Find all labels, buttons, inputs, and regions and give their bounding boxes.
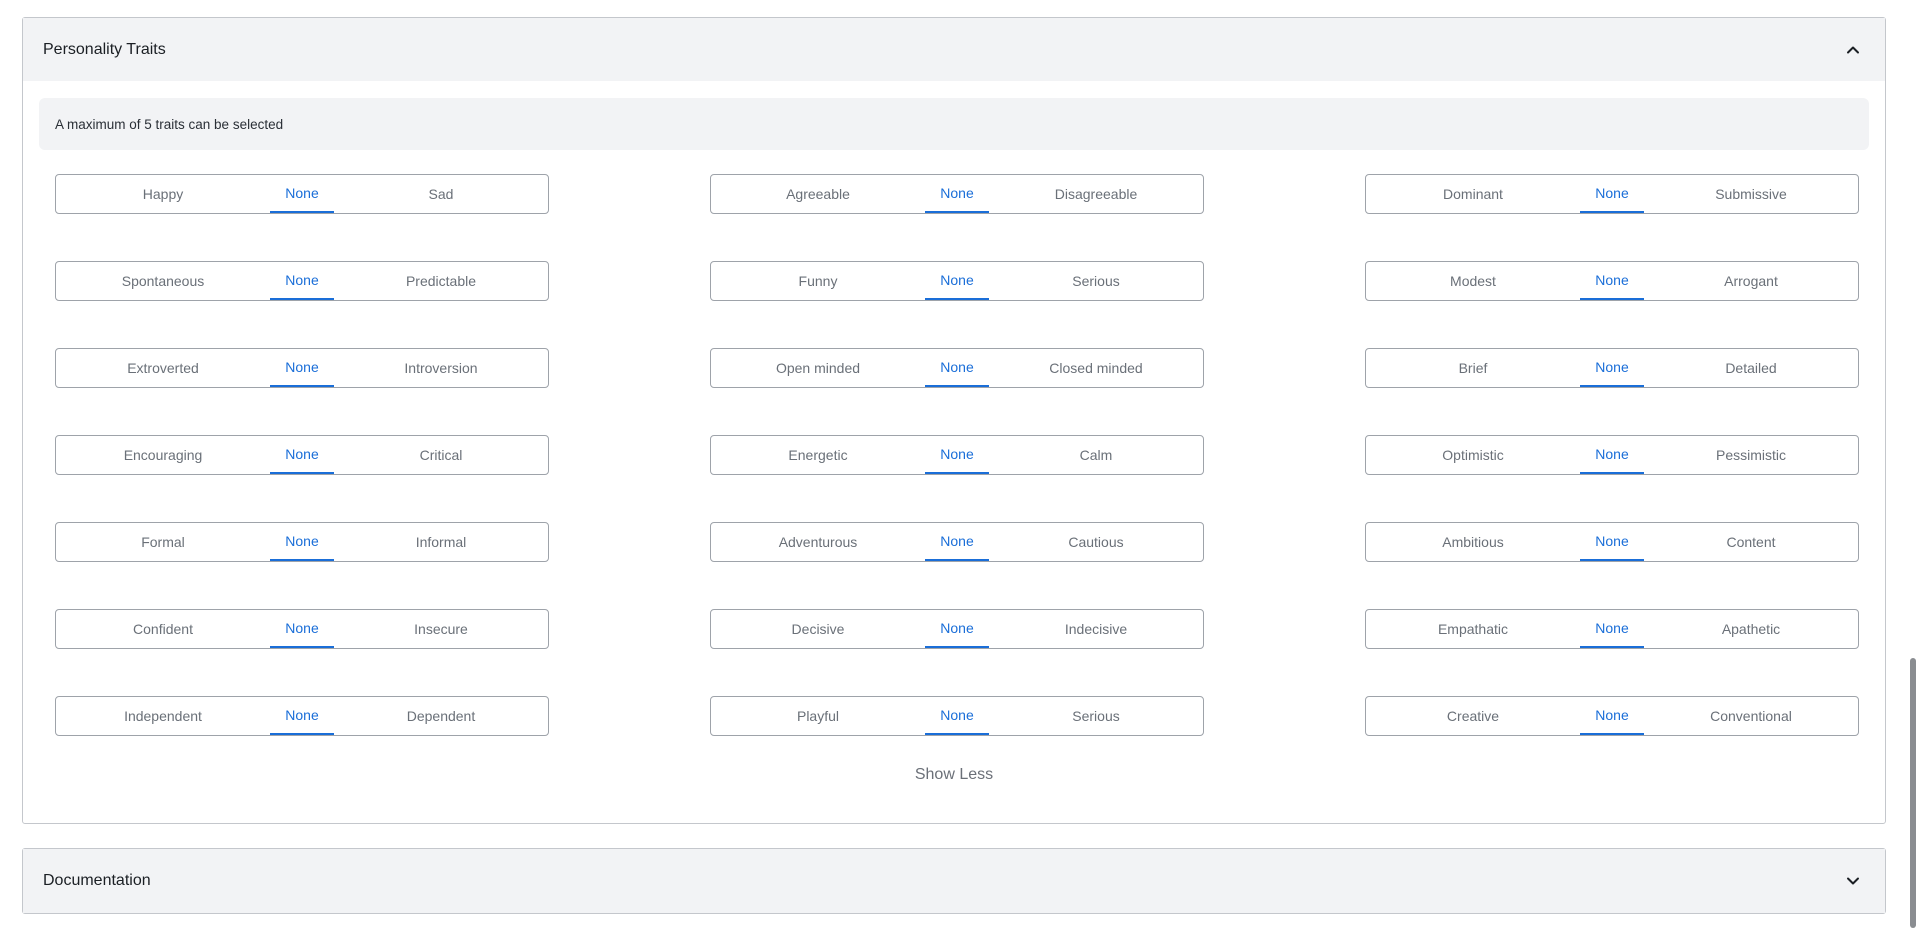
trait-toggle: Formal None Informal (55, 522, 549, 562)
trait-toggle: Happy None Sad (55, 174, 549, 214)
trait-option-none[interactable]: None (925, 697, 989, 735)
trait-option-none[interactable]: None (1580, 262, 1644, 300)
trait-toggle: Energetic None Calm (710, 435, 1204, 475)
trait-toggle: Encouraging None Critical (55, 435, 549, 475)
trait-toggle: Brief None Detailed (1365, 348, 1859, 388)
trait-option-right[interactable]: Sad (334, 175, 548, 213)
trait-option-right[interactable]: Critical (334, 436, 548, 474)
documentation-header[interactable]: Documentation (23, 849, 1885, 913)
trait-option-left[interactable]: Agreeable (711, 175, 925, 213)
trait-option-left[interactable]: Decisive (711, 610, 925, 648)
trait-option-right[interactable]: Serious (989, 697, 1203, 735)
trait-option-left[interactable]: Encouraging (56, 436, 270, 474)
trait-option-none[interactable]: None (1580, 349, 1644, 387)
trait-option-left[interactable]: Independent (56, 697, 270, 735)
trait-toggle: Confident None Insecure (55, 609, 549, 649)
trait-option-left[interactable]: Modest (1366, 262, 1580, 300)
trait-option-none[interactable]: None (925, 262, 989, 300)
trait-toggle: Playful None Serious (710, 696, 1204, 736)
trait-option-left[interactable]: Happy (56, 175, 270, 213)
trait-option-right[interactable]: Detailed (1644, 349, 1858, 387)
trait-option-none[interactable]: None (270, 349, 334, 387)
trait-option-left[interactable]: Energetic (711, 436, 925, 474)
trait-option-right[interactable]: Cautious (989, 523, 1203, 561)
trait-option-right[interactable]: Pessimistic (1644, 436, 1858, 474)
trait-option-none[interactable]: None (270, 262, 334, 300)
trait-toggle: Funny None Serious (710, 261, 1204, 301)
trait-option-left[interactable]: Brief (1366, 349, 1580, 387)
trait-toggle: Spontaneous None Predictable (55, 261, 549, 301)
trait-toggle: Decisive None Indecisive (710, 609, 1204, 649)
trait-option-left[interactable]: Formal (56, 523, 270, 561)
trait-toggle: Empathatic None Apathetic (1365, 609, 1859, 649)
trait-toggle: Agreeable None Disagreeable (710, 174, 1204, 214)
page-scrollbar[interactable] (1909, 0, 1917, 929)
personality-traits-header[interactable]: Personality Traits (23, 18, 1885, 81)
personality-traits-panel: Personality Traits A maximum of 5 traits… (22, 17, 1886, 824)
trait-option-none[interactable]: None (270, 436, 334, 474)
trait-option-none[interactable]: None (270, 697, 334, 735)
trait-option-left[interactable]: Extroverted (56, 349, 270, 387)
trait-option-right[interactable]: Informal (334, 523, 548, 561)
trait-option-right[interactable]: Insecure (334, 610, 548, 648)
trait-toggle: Extroverted None Introversion (55, 348, 549, 388)
trait-option-none[interactable]: None (270, 610, 334, 648)
trait-option-left[interactable]: Open minded (711, 349, 925, 387)
trait-option-left[interactable]: Spontaneous (56, 262, 270, 300)
max-traits-note: A maximum of 5 traits can be selected (39, 98, 1869, 150)
trait-toggle: Ambitious None Content (1365, 522, 1859, 562)
page: Personality Traits A maximum of 5 traits… (0, 0, 1917, 929)
trait-option-none[interactable]: None (1580, 697, 1644, 735)
trait-option-none[interactable]: None (925, 523, 989, 561)
chevron-up-icon[interactable] (1841, 38, 1865, 62)
trait-option-right[interactable]: Content (1644, 523, 1858, 561)
trait-toggle: Dominant None Submissive (1365, 174, 1859, 214)
trait-option-left[interactable]: Confident (56, 610, 270, 648)
trait-option-right[interactable]: Predictable (334, 262, 548, 300)
documentation-panel: Documentation (22, 848, 1886, 914)
trait-option-right[interactable]: Indecisive (989, 610, 1203, 648)
trait-option-none[interactable]: None (1580, 610, 1644, 648)
documentation-title: Documentation (43, 872, 151, 889)
chevron-down-icon[interactable] (1841, 869, 1865, 893)
trait-option-left[interactable]: Optimistic (1366, 436, 1580, 474)
trait-option-none[interactable]: None (1580, 436, 1644, 474)
trait-option-none[interactable]: None (925, 175, 989, 213)
trait-toggle: Creative None Conventional (1365, 696, 1859, 736)
trait-option-left[interactable]: Funny (711, 262, 925, 300)
trait-option-none[interactable]: None (925, 436, 989, 474)
trait-toggle: Optimistic None Pessimistic (1365, 435, 1859, 475)
trait-option-right[interactable]: Dependent (334, 697, 548, 735)
personality-traits-title: Personality Traits (43, 40, 166, 58)
trait-toggle: Open minded None Closed minded (710, 348, 1204, 388)
trait-option-right[interactable]: Disagreeable (989, 175, 1203, 213)
trait-option-right[interactable]: Calm (989, 436, 1203, 474)
trait-option-left[interactable]: Ambitious (1366, 523, 1580, 561)
trait-option-right[interactable]: Conventional (1644, 697, 1858, 735)
trait-option-right[interactable]: Closed minded (989, 349, 1203, 387)
trait-option-right[interactable]: Apathetic (1644, 610, 1858, 648)
trait-option-none[interactable]: None (1580, 175, 1644, 213)
trait-option-right[interactable]: Arrogant (1644, 262, 1858, 300)
trait-option-right[interactable]: Serious (989, 262, 1203, 300)
scrollbar-thumb[interactable] (1910, 658, 1916, 928)
trait-option-left[interactable]: Empathatic (1366, 610, 1580, 648)
trait-option-left[interactable]: Playful (711, 697, 925, 735)
trait-option-none[interactable]: None (270, 175, 334, 213)
trait-option-left[interactable]: Creative (1366, 697, 1580, 735)
trait-option-none[interactable]: None (270, 523, 334, 561)
trait-option-none[interactable]: None (1580, 523, 1644, 561)
trait-option-left[interactable]: Dominant (1366, 175, 1580, 213)
trait-option-left[interactable]: Adventurous (711, 523, 925, 561)
trait-option-none[interactable]: None (925, 349, 989, 387)
trait-option-none[interactable]: None (925, 610, 989, 648)
trait-toggle: Independent None Dependent (55, 696, 549, 736)
show-less-button[interactable]: Show Less (23, 766, 1885, 784)
trait-toggle: Adventurous None Cautious (710, 522, 1204, 562)
trait-option-right[interactable]: Submissive (1644, 175, 1858, 213)
trait-toggle: Modest None Arrogant (1365, 261, 1859, 301)
trait-option-right[interactable]: Introversion (334, 349, 548, 387)
